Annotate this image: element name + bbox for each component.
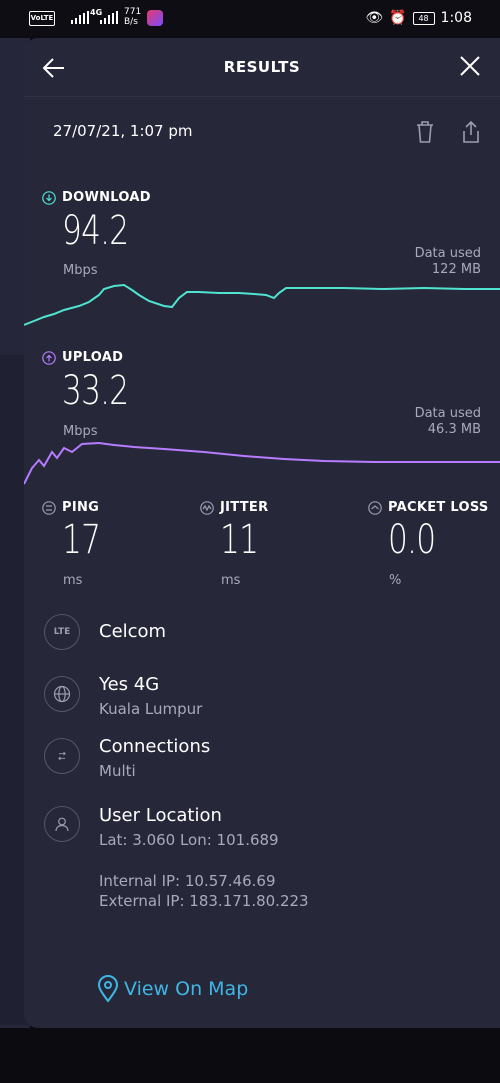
clock: 1:08 (440, 10, 472, 26)
signal-icon (71, 11, 89, 24)
upload-icon (42, 350, 56, 365)
ping-value: 17 (62, 517, 101, 563)
external-ip: External IP: 183.171.80.223 (99, 892, 309, 910)
packet-loss-value: 0.0 (388, 517, 436, 563)
server-name: Yes 4G (99, 674, 160, 695)
status-right: 👁 ⏰ 48 1:08 (365, 10, 472, 26)
download-icon (42, 190, 56, 205)
jitter-label: JITTER (200, 500, 268, 515)
app-notification-icon (147, 10, 163, 26)
connections-title: Connections (99, 736, 211, 757)
user-location-coords: Lat: 3.060 Lon: 101.689 (99, 831, 279, 849)
eye-icon: 👁 (365, 10, 384, 26)
results-header: RESULTS (24, 38, 500, 96)
ping-unit: ms (63, 573, 83, 588)
user-location-title: User Location (99, 805, 222, 826)
server-location: Kuala Lumpur (99, 700, 203, 718)
battery-icon: 48 (412, 11, 435, 25)
internal-ip: Internal IP: 10.57.46.69 (99, 872, 276, 890)
connections-value: Multi (99, 762, 136, 780)
alarm-icon: ⏰ (389, 10, 407, 26)
upload-graph (24, 441, 500, 485)
trash-icon[interactable] (414, 120, 436, 144)
jitter-icon (200, 500, 214, 515)
globe-icon (44, 676, 80, 712)
download-value: 94.2 (62, 208, 129, 254)
signal-icon-2 (100, 11, 118, 24)
upload-value: 33.2 (62, 368, 129, 414)
test-date: 27/07/21, 1:07 pm (53, 122, 193, 140)
ping-icon (42, 500, 56, 515)
share-icon[interactable] (460, 120, 482, 144)
divider (24, 96, 500, 97)
volte-badge: VoLTE (29, 11, 55, 26)
upload-data-used: Data used 46.3 MB (414, 406, 481, 437)
provider-name: Celcom (99, 621, 167, 642)
download-label: DOWNLOAD (42, 190, 151, 205)
map-pin-icon (97, 975, 119, 1003)
packet-loss-label: PACKET LOSS (368, 500, 489, 515)
download-line (24, 283, 500, 326)
upload-label: UPLOAD (42, 350, 123, 365)
download-data-used: Data used 122 MB (414, 246, 481, 277)
upload-line (24, 441, 500, 485)
jitter-unit: ms (221, 573, 241, 588)
close-icon[interactable] (458, 54, 482, 78)
connections-icon (44, 738, 80, 774)
network-speed: 771 B/s (124, 7, 142, 27)
page-title: RESULTS (223, 58, 301, 76)
download-graph (24, 283, 500, 326)
view-on-map-link[interactable]: View On Map (96, 975, 248, 1003)
status-bar: VoLTE 4G 771 B/s 👁 ⏰ 48 1:08 (0, 0, 500, 36)
lte-badge-icon: LTE (44, 614, 80, 650)
upload-unit: Mbps (63, 424, 98, 439)
packet-loss-icon (368, 500, 382, 515)
jitter-value: 11 (220, 517, 259, 563)
ping-label: PING (42, 500, 99, 515)
packet-loss-unit: % (389, 573, 402, 588)
user-icon (44, 806, 80, 842)
